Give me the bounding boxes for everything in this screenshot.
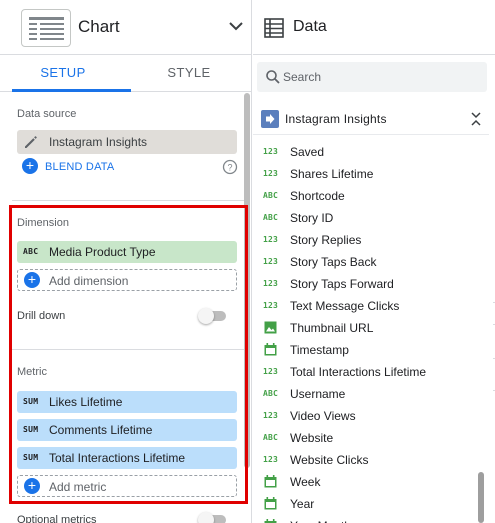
number-type-icon: 123 [263, 411, 279, 420]
field-name: Year Month [290, 519, 351, 523]
field-name: Timestamp [290, 343, 349, 357]
chevron-down-icon[interactable] [226, 16, 246, 36]
field-item[interactable]: ABC Story ID [253, 207, 478, 229]
chart-properties-panel: Chart SETUP STYLE Data source Instagram … [0, 0, 252, 523]
data-source-label: Data source [17, 108, 77, 120]
data-source-selector[interactable]: Instagram Insights [17, 130, 237, 154]
data-source-name: Instagram Insights [49, 135, 148, 149]
data-source-row[interactable]: Instagram Insights [253, 103, 489, 135]
database-icon [264, 18, 284, 38]
calendar-icon [264, 475, 277, 488]
chart-panel-title: Chart [78, 17, 120, 36]
calendar-icon [264, 343, 277, 356]
optional-metrics-toggle[interactable] [198, 511, 228, 523]
field-list: 123 Saved 123 Shares Lifetime ABC Shortcode AB… [253, 141, 478, 523]
field-name: Shares Lifetime [290, 167, 374, 181]
help-icon[interactable]: ? [222, 159, 238, 175]
field-name: Story Taps Forward [290, 277, 394, 291]
field-item[interactable]: Year [253, 493, 478, 515]
field-item[interactable]: ABC Website [253, 427, 478, 449]
table-chart-icon[interactable] [21, 9, 71, 47]
data-panel-title: Data [293, 18, 327, 35]
add-circle-icon: + [22, 158, 38, 174]
number-type-icon: 123 [263, 279, 279, 288]
field-item[interactable]: ABC Username [253, 383, 478, 405]
data-header: Data [253, 0, 495, 55]
search-icon [266, 70, 280, 84]
number-type-icon: 123 [263, 147, 279, 156]
report-editor: Chart SETUP STYLE Data source Instagram … [0, 0, 495, 523]
field-name: Website [290, 431, 334, 445]
text-type-icon: ABC [263, 213, 279, 222]
collapse-icon[interactable] [469, 110, 483, 128]
field-list-scrollbar[interactable] [478, 472, 484, 523]
field-item[interactable]: Thumbnail URL [253, 317, 478, 339]
svg-text:?: ? [227, 163, 232, 173]
pencil-icon[interactable] [23, 134, 39, 150]
number-type-icon: 123 [263, 455, 279, 464]
field-name: Shortcode [290, 189, 345, 203]
toggle-knob [198, 512, 214, 523]
field-item[interactable]: 123 Total Interactions Lifetime [253, 361, 478, 383]
data-source-icon [261, 110, 279, 128]
data-panel: Data Instagram Insights 123 Saved 123 Share… [253, 0, 495, 523]
field-name: Username [290, 387, 346, 401]
text-type-icon: ABC [263, 433, 279, 442]
field-name: Website Clicks [290, 453, 369, 467]
data-source-name: Instagram Insights [285, 112, 387, 126]
section-divider [12, 200, 244, 201]
highlight-annotation-box [9, 205, 248, 504]
field-item[interactable]: 123 Story Taps Back [253, 251, 478, 273]
number-type-icon: 123 [263, 169, 279, 178]
field-name: Saved [290, 145, 325, 159]
text-type-icon: ABC [263, 191, 279, 200]
field-name: Story Taps Back [290, 255, 377, 269]
field-name: Total Interactions Lifetime [290, 365, 427, 379]
field-item[interactable]: 123 Story Taps Forward [253, 273, 478, 295]
field-item[interactable]: Week [253, 471, 478, 493]
field-name: Story Replies [290, 233, 362, 247]
number-type-icon: 123 [263, 301, 279, 310]
search-input[interactable] [283, 67, 473, 87]
blend-data-label: BLEND DATA [45, 161, 115, 173]
field-name: Text Message Clicks [290, 299, 400, 313]
field-name: Thumbnail URL [290, 321, 374, 335]
number-type-icon: 123 [263, 235, 279, 244]
image-type-icon [264, 321, 277, 334]
active-tab-indicator [12, 89, 131, 92]
field-name: Story ID [290, 211, 334, 225]
optional-metrics-label: Optional metrics [17, 514, 97, 523]
calendar-icon [264, 519, 277, 523]
field-item[interactable]: 123 Text Message Clicks [253, 295, 478, 317]
tab-setup[interactable]: SETUP [0, 56, 126, 92]
field-name: Video Views [290, 409, 356, 423]
field-item[interactable]: 123 Shares Lifetime [253, 163, 478, 185]
field-item[interactable]: Year Month [253, 515, 478, 523]
text-type-icon: ABC [263, 389, 279, 398]
calendar-icon [264, 497, 277, 510]
field-item[interactable]: 123 Video Views [253, 405, 478, 427]
number-type-icon: 123 [263, 367, 279, 376]
field-item[interactable]: Timestamp [253, 339, 478, 361]
number-type-icon: 123 [263, 257, 279, 266]
tab-style[interactable]: STYLE [126, 56, 252, 92]
field-item[interactable]: ABC Shortcode [253, 185, 478, 207]
field-item[interactable]: 123 Saved [253, 141, 478, 163]
field-search[interactable] [257, 62, 487, 92]
chart-tabs: SETUP STYLE [0, 56, 252, 92]
field-name: Year [290, 497, 315, 511]
field-item[interactable]: 123 Website Clicks [253, 449, 478, 471]
field-name: Week [290, 475, 321, 489]
chart-header: Chart [0, 0, 252, 55]
field-item[interactable]: 123 Story Replies [253, 229, 478, 251]
